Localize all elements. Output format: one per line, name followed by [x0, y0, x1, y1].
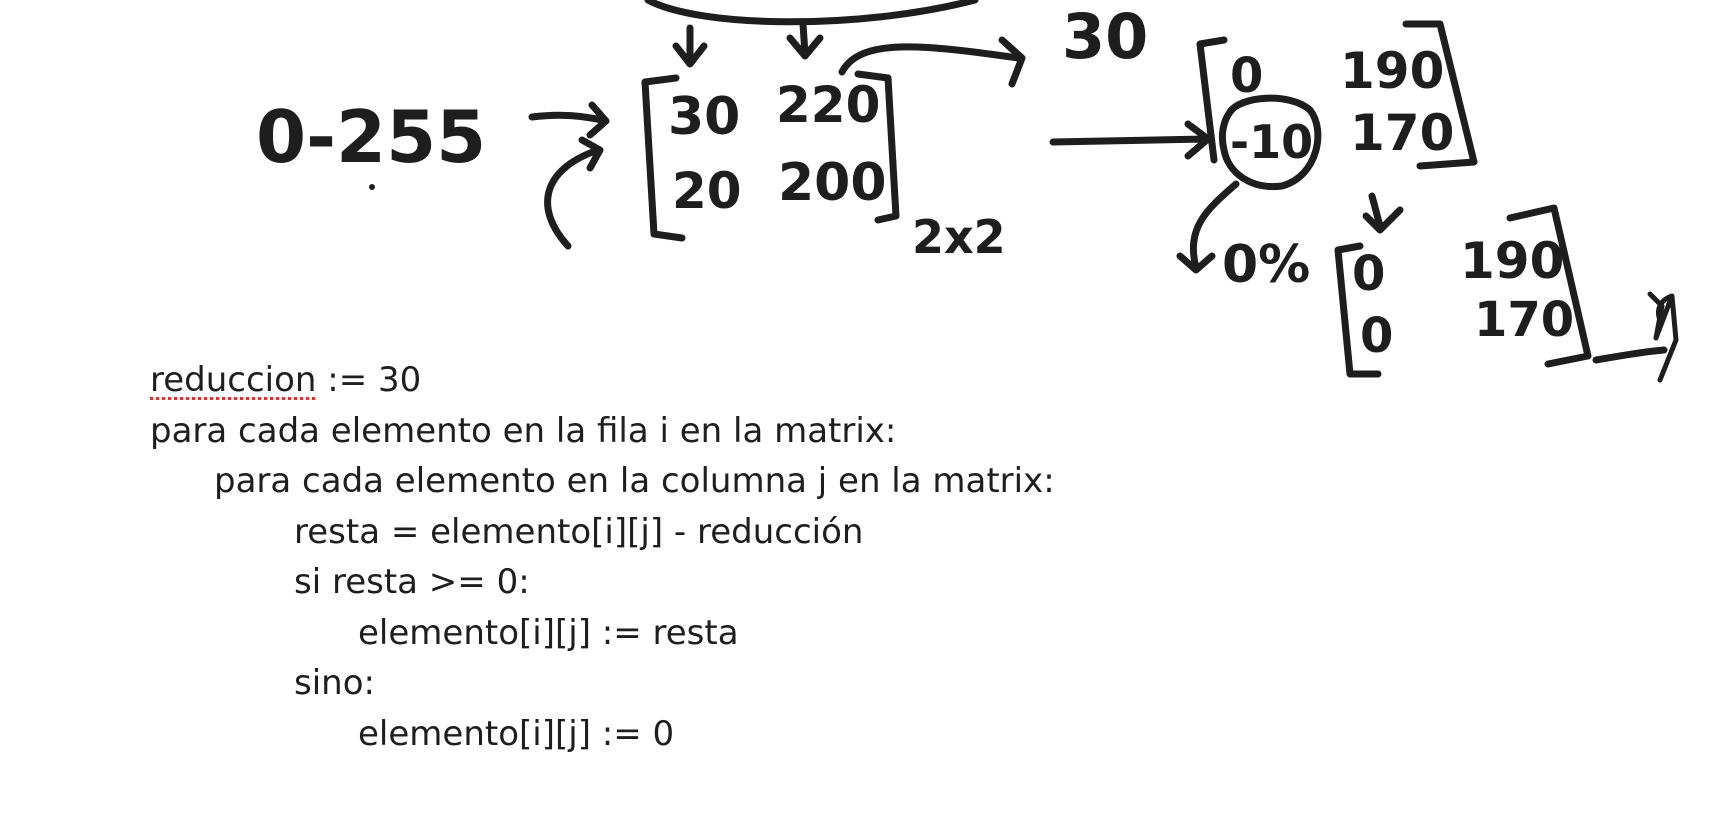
curved-up-arrow [544, 136, 604, 250]
code-line-2: para cada elemento en la fila i en la ma… [150, 410, 897, 451]
matrix-c-cell-2: 0 [1360, 308, 1393, 364]
range-to-matrix-arrow [528, 101, 610, 139]
matrix-a-cell-1: 220 [776, 76, 880, 134]
range-label: 0-255 [256, 95, 486, 179]
reduction-label: 30 [1062, 0, 1148, 73]
matrix-c-cell-3: 170 [1474, 292, 1574, 348]
dot-mark [369, 184, 375, 190]
matrix-c-cell-1: 190 [1460, 232, 1564, 290]
matrix-a-cell-3: 200 [778, 153, 887, 213]
matrix-size-label: 2x2 [912, 210, 1006, 264]
matrix-c-cell-0: 0 [1352, 246, 1385, 302]
code-line-1: reduccion := 30 [150, 355, 1055, 406]
code-line-5: si resta >= 0: [294, 562, 530, 602]
code-line-8: elemento[i][j] := 0 [358, 713, 675, 754]
code-line-3: para cada elemento en la columna j en la… [214, 461, 1055, 501]
code-line-6: elemento[i][j] := resta [358, 612, 739, 653]
down-arrow-right [786, 20, 824, 60]
down-arrow-left [672, 24, 708, 68]
pseudocode-block: reduccion := 30 para cada elemento en la… [150, 355, 1055, 759]
misspelled-word[interactable]: reduccion [150, 360, 316, 400]
matrix-a-cell-0: 30 [668, 87, 740, 147]
code-line-4: resta = elemento[i][j] - reducción [294, 511, 864, 552]
whiteboard-canvas[interactable]: 0-255 30 220 20 200 2x2 30 0 190 -10 170… [0, 0, 1724, 832]
percent-label: 0% [1222, 235, 1310, 295]
matrix-a-cell-2: 20 [672, 162, 742, 220]
code-line-1-rest: := 30 [316, 360, 422, 400]
end-scribble [1647, 291, 1679, 383]
arrow-to-matrix-b [1049, 120, 1212, 160]
matrix-b-cell-3: 170 [1350, 104, 1454, 162]
matrix-b-cell-1: 190 [1340, 42, 1444, 100]
matrix-b-cell-2: -10 [1230, 115, 1313, 169]
matrix-b-to-c-arrow [1362, 192, 1404, 234]
final-arrow [1592, 346, 1668, 364]
top-curve-stroke [644, 0, 979, 26]
code-line-7: sino: [294, 663, 375, 703]
